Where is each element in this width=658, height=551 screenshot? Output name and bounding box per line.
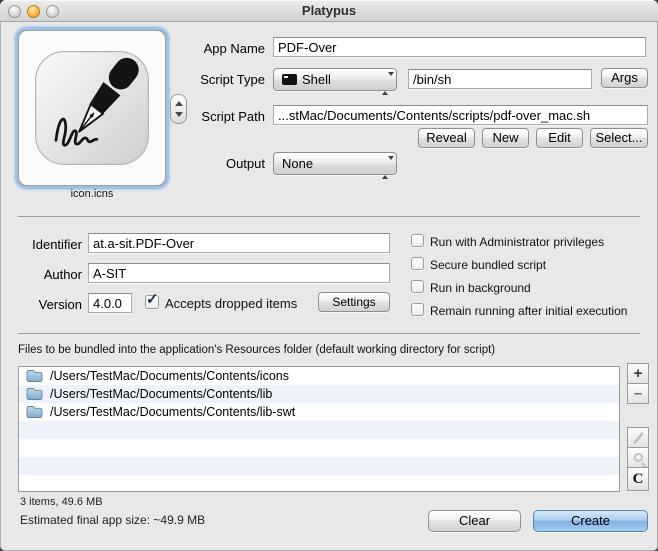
select-button[interactable]: Select...	[590, 128, 648, 148]
popup-arrows-icon	[382, 157, 389, 178]
identifier-label: Identifier	[0, 237, 82, 252]
file-row[interactable]: /Users/TestMac/Documents/Contents/lib-sw…	[19, 403, 619, 421]
items-size-status: 3 items, 49.6 MB	[20, 496, 103, 508]
app-name-label: App Name	[185, 41, 265, 56]
checkmark-icon: ✓	[146, 290, 159, 308]
output-popup[interactable]: None	[273, 152, 397, 175]
secure-script-checkbox[interactable]	[411, 257, 424, 270]
remain-running-label: Remain running after initial execution	[430, 304, 627, 318]
identifier-field[interactable]: at.a-sit.PDF-Over	[88, 233, 390, 253]
add-file-button[interactable]: +	[627, 363, 649, 384]
script-type-value: Shell	[302, 72, 331, 87]
folder-icon	[26, 405, 43, 419]
app-name-field[interactable]: PDF-Over	[273, 37, 646, 57]
remove-file-button[interactable]: –	[627, 383, 649, 404]
titlebar[interactable]: Platypus	[0, 0, 658, 22]
version-label: Version	[0, 297, 82, 312]
script-type-label: Script Type	[185, 72, 265, 87]
pencil-icon	[633, 432, 644, 444]
edit-file-button[interactable]	[627, 427, 649, 448]
file-row[interactable]: /Users/TestMac/Documents/Contents/lib	[19, 385, 619, 403]
reveal-button[interactable]: Reveal	[418, 128, 475, 148]
app-icon-well[interactable]	[18, 30, 166, 186]
app-pen-icon	[32, 44, 152, 172]
create-button[interactable]: Create	[533, 510, 648, 532]
author-field[interactable]: A-SIT	[88, 263, 390, 283]
args-button[interactable]: Args	[601, 68, 648, 88]
file-row[interactable]: /Users/TestMac/Documents/Contents/icons	[19, 367, 619, 385]
estimated-size-text: Estimated final app size: ~49.9 MB	[20, 513, 205, 527]
divider	[18, 216, 640, 217]
script-path-field[interactable]: ...stMac/Documents/Contents/scripts/pdf-…	[273, 105, 648, 125]
bundled-files-list[interactable]: /Users/TestMac/Documents/Contents/icons …	[18, 366, 620, 492]
remain-running-checkbox[interactable]	[411, 303, 424, 316]
stepper-up-icon[interactable]	[175, 101, 183, 106]
folder-icon	[26, 387, 43, 401]
new-button[interactable]: New	[482, 128, 529, 148]
version-field[interactable]: 4.0.0	[88, 293, 132, 313]
icon-filename: icon.icns	[18, 188, 166, 200]
file-path: /Users/TestMac/Documents/Contents/lib	[50, 387, 272, 401]
stepper-down-icon[interactable]	[175, 112, 183, 117]
reveal-file-button[interactable]	[627, 447, 649, 468]
run-background-label: Run in background	[430, 281, 531, 295]
shell-terminal-icon	[282, 74, 297, 85]
window-title: Platypus	[0, 3, 658, 18]
file-path: /Users/TestMac/Documents/Contents/lib-sw…	[50, 405, 295, 419]
show-contents-button[interactable]: C	[627, 467, 649, 491]
file-path: /Users/TestMac/Documents/Contents/icons	[50, 369, 289, 383]
clear-button[interactable]: Clear	[428, 510, 521, 532]
secure-script-label: Secure bundled script	[430, 258, 546, 272]
output-label: Output	[185, 156, 265, 171]
script-path-label: Script Path	[185, 109, 265, 124]
magnifier-icon	[634, 453, 643, 462]
admin-privileges-checkbox[interactable]	[411, 234, 424, 247]
accepts-dropped-label: Accepts dropped items	[165, 296, 297, 311]
settings-button[interactable]: Settings	[318, 292, 390, 312]
folder-icon	[26, 369, 43, 383]
script-type-popup[interactable]: Shell	[273, 68, 397, 91]
divider	[18, 333, 640, 334]
author-label: Author	[0, 267, 82, 282]
popup-arrows-icon	[382, 73, 389, 94]
run-background-checkbox[interactable]	[411, 280, 424, 293]
edit-button[interactable]: Edit	[536, 128, 583, 148]
accepts-dropped-checkbox[interactable]: ✓	[145, 295, 159, 309]
admin-privileges-label: Run with Administrator privileges	[430, 235, 604, 249]
platypus-window: Platypus icon.icns App Name PDF-Ove	[0, 0, 658, 551]
interpreter-field[interactable]: /bin/sh	[408, 69, 592, 89]
bundled-files-header: Files to be bundled into the application…	[18, 344, 495, 356]
output-value: None	[282, 156, 313, 171]
contents-c-icon: C	[633, 471, 644, 487]
